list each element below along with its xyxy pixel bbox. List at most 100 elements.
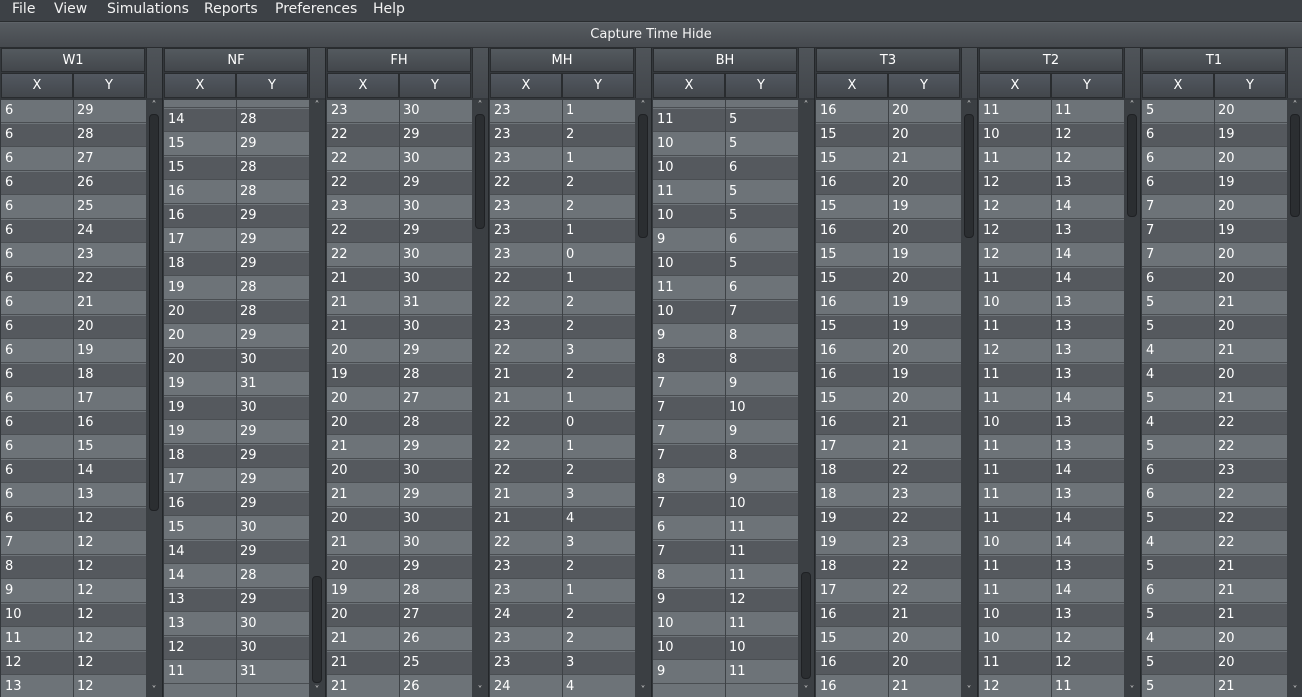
chevron-up-icon[interactable]: ˄: [635, 100, 651, 112]
cell-y: 29: [403, 175, 420, 190]
cell-x: 6: [5, 511, 14, 526]
cell-y: 21: [1218, 295, 1235, 310]
cell-x: 23: [494, 199, 511, 214]
column-header-x[interactable]: X: [1142, 73, 1214, 98]
chevron-up-icon[interactable]: ˄: [1287, 100, 1302, 112]
cell-x: 21: [331, 295, 348, 310]
column-header-x[interactable]: X: [653, 73, 725, 98]
cell-y: 29: [240, 424, 257, 439]
chevron-up-icon[interactable]: ˄: [798, 100, 814, 112]
cell-y: 12: [77, 655, 94, 670]
chevron-up-icon[interactable]: ˄: [961, 100, 977, 112]
scrollbar-thumb[interactable]: [801, 572, 811, 679]
chevron-up-icon[interactable]: ˄: [309, 100, 325, 112]
cell-x: 20: [331, 343, 348, 358]
vertical-scrollbar[interactable]: ˄ ˅: [635, 100, 651, 697]
chevron-down-icon[interactable]: ˅: [309, 685, 325, 697]
scrollbar-thumb[interactable]: [1127, 114, 1137, 217]
header-corner: [472, 48, 488, 98]
column-header-y[interactable]: Y: [888, 73, 960, 98]
column-header-y[interactable]: Y: [399, 73, 471, 98]
cell-x: 21: [331, 655, 348, 670]
cell-x: 18: [820, 559, 837, 574]
cell-x: 21: [494, 487, 511, 502]
chevron-down-icon[interactable]: ˅: [146, 685, 162, 697]
cell-y: 13: [1055, 175, 1072, 190]
vertical-scrollbar[interactable]: ˄ ˅: [472, 100, 488, 697]
cell-y: 14: [1055, 199, 1072, 214]
cell-x: 5: [1146, 655, 1155, 670]
column-header-y[interactable]: Y: [236, 73, 308, 98]
cell-y: 13: [1055, 415, 1072, 430]
column-header-x[interactable]: X: [327, 73, 399, 98]
cell-y: 19: [892, 319, 909, 334]
scrollbar-thumb[interactable]: [638, 114, 648, 238]
column-header-y[interactable]: Y: [73, 73, 145, 98]
cell-y: 13: [1055, 559, 1072, 574]
cell-y: 14: [1055, 583, 1072, 598]
cell-y: 28: [240, 100, 308, 108]
scrollbar-thumb[interactable]: [312, 576, 322, 683]
cell-y: 28: [240, 280, 257, 295]
table-body: 11 11 10 12 11 12 12 13 12 14 12 13 12 14 11 14 10 13 11 13…: [979, 100, 1124, 697]
panel-w1: W1 X Y 6 29 6 28 6 27 6 26 6 25 6 24 6 23 6 22 6 21 6 20 6 19 6 18…: [0, 48, 162, 697]
scrollbar-thumb[interactable]: [964, 114, 974, 238]
chevron-down-icon[interactable]: ˅: [961, 685, 977, 697]
vertical-scrollbar[interactable]: ˄ ˅: [146, 100, 162, 697]
column-header-x[interactable]: X: [490, 73, 562, 98]
cell-y: 19: [1218, 223, 1235, 238]
scrollbar-thumb[interactable]: [1290, 114, 1300, 217]
column-header-x[interactable]: X: [164, 73, 236, 98]
cell-y: 20: [1218, 103, 1235, 118]
cell-y: 21: [1218, 343, 1235, 358]
column-divider: [236, 100, 237, 697]
menu-view[interactable]: View: [54, 0, 87, 21]
cell-x: 16: [820, 655, 837, 670]
column-header-x[interactable]: X: [816, 73, 888, 98]
column-header-y[interactable]: Y: [1214, 73, 1286, 98]
cell-x: 21: [494, 367, 511, 382]
chevron-down-icon[interactable]: ˅: [635, 685, 651, 697]
vertical-scrollbar[interactable]: ˄ ˅: [798, 100, 814, 697]
cell-x: 10: [983, 127, 1000, 142]
menu-help[interactable]: Help: [373, 0, 405, 21]
cell-y: 5: [729, 256, 738, 271]
column-header-x[interactable]: X: [1, 73, 73, 98]
menu-simulations[interactable]: Simulations: [107, 0, 189, 21]
cell-y: 19: [77, 343, 94, 358]
menu-file[interactable]: File: [12, 0, 35, 21]
cell-y: 19: [892, 199, 909, 214]
vertical-scrollbar[interactable]: ˄ ˅: [309, 100, 325, 697]
cell-y: 6: [729, 100, 797, 108]
cell-y: 20: [892, 655, 909, 670]
panel-divider: [325, 48, 326, 697]
column-header-y[interactable]: Y: [725, 73, 797, 98]
chevron-up-icon[interactable]: ˄: [472, 100, 488, 112]
chevron-down-icon[interactable]: ˅: [472, 685, 488, 697]
panel-title: FH: [327, 48, 471, 72]
cell-y: 12: [729, 592, 746, 607]
scrollbar-thumb[interactable]: [475, 114, 485, 229]
cell-x: 18: [820, 487, 837, 502]
cell-x: 12: [5, 655, 22, 670]
scrollbar-thumb[interactable]: [149, 114, 159, 511]
menu-reports[interactable]: Reports: [204, 0, 258, 21]
chevron-down-icon[interactable]: ˅: [1287, 685, 1302, 697]
column-header-y[interactable]: Y: [562, 73, 634, 98]
cell-x: 9: [657, 232, 666, 247]
chevron-down-icon[interactable]: ˅: [798, 685, 814, 697]
cell-y: 20: [1218, 631, 1235, 646]
cell-x: 6: [5, 367, 14, 382]
chevron-up-icon[interactable]: ˄: [146, 100, 162, 112]
vertical-scrollbar[interactable]: ˄ ˅: [1287, 100, 1302, 697]
cell-y: 28: [240, 184, 257, 199]
vertical-scrollbar[interactable]: ˄ ˅: [961, 100, 977, 697]
column-header-y[interactable]: Y: [1051, 73, 1123, 98]
chevron-down-icon[interactable]: ˅: [1124, 685, 1140, 697]
menu-preferences[interactable]: Preferences: [275, 0, 357, 21]
chevron-up-icon[interactable]: ˄: [1124, 100, 1140, 112]
cell-y: 20: [892, 271, 909, 286]
cell-x: 19: [168, 400, 185, 415]
vertical-scrollbar[interactable]: ˄ ˅: [1124, 100, 1140, 697]
column-header-x[interactable]: X: [979, 73, 1051, 98]
